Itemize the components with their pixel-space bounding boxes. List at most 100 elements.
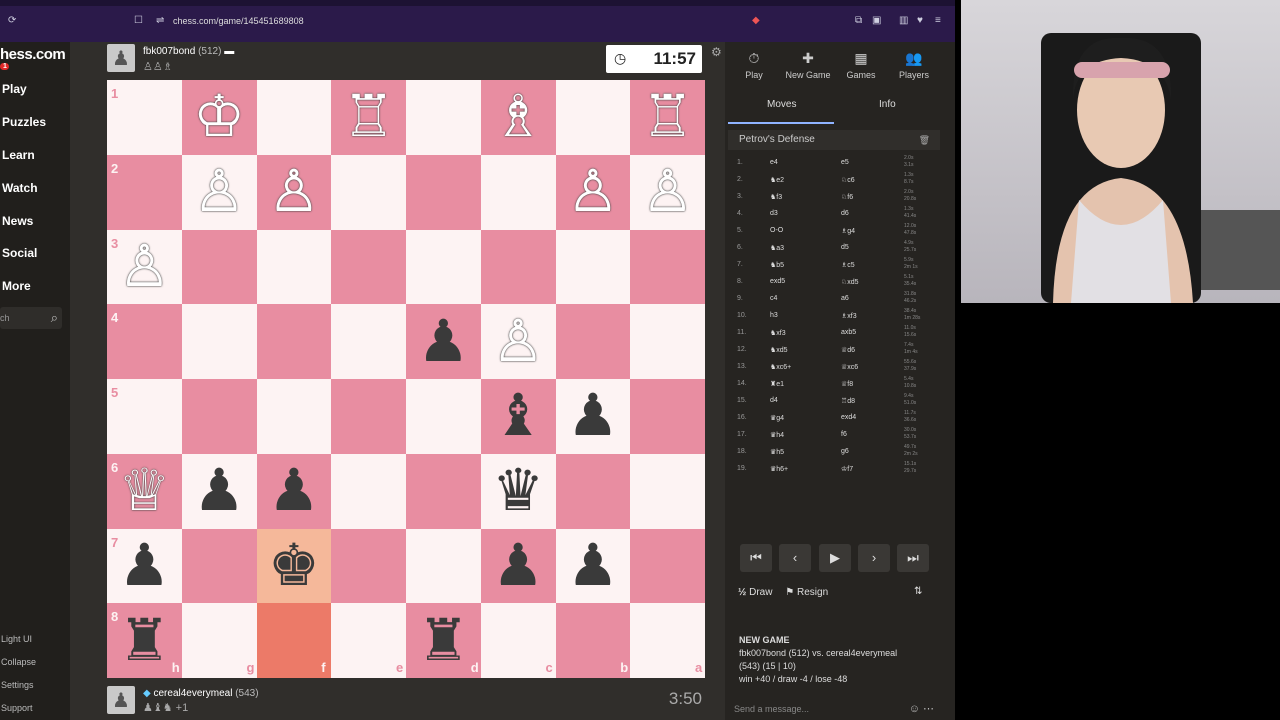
board-square[interactable] [480,154,556,230]
black-piece[interactable]: ♛ [481,454,556,529]
black-move[interactable]: ♗g4 [841,227,855,235]
white-move[interactable]: exd5 [770,278,785,285]
black-piece[interactable]: ♟ [481,529,556,604]
white-move[interactable]: ♛g4 [770,414,784,422]
board-square[interactable] [406,453,481,529]
white-move[interactable]: d4 [770,397,778,404]
white-piece[interactable]: ♗ [481,80,556,155]
board-square[interactable] [331,154,406,230]
white-move[interactable]: ♞e2 [770,176,784,184]
white-move[interactable]: h3 [770,312,778,319]
white-move[interactable]: d3 [770,210,778,217]
black-piece[interactable]: ♚ [257,529,332,604]
board-square[interactable] [406,154,481,230]
white-move[interactable]: ♞f3 [770,193,782,201]
board-square[interactable] [630,528,705,604]
board-square[interactable] [331,379,406,454]
tab-info[interactable]: Info [879,99,896,110]
black-piece[interactable]: ♟ [556,379,631,454]
black-move[interactable]: ♔f7 [841,465,853,473]
board-square[interactable] [406,379,481,454]
board-square[interactable] [480,603,556,678]
board-square[interactable] [480,229,556,305]
top-player-name[interactable]: fbk007bond (512) ▬ [143,46,234,57]
chat-input[interactable]: Send a message... ☺ ⋯ [728,698,940,720]
nav-play[interactable]: Play [2,82,27,96]
board-square[interactable] [406,80,481,155]
board-square[interactable] [256,229,332,305]
black-piece[interactable]: ♟ [257,454,332,529]
white-piece[interactable]: ♙ [257,155,332,230]
search-icon[interactable]: ⌕ [51,307,58,329]
white-move[interactable]: ♛h6+ [770,465,788,473]
black-move[interactable]: g6 [841,448,849,455]
black-move[interactable]: ♘f6 [841,193,853,201]
tab-new-game[interactable]: ✚ New Game [782,50,834,80]
white-piece[interactable]: ♙ [556,155,631,230]
white-piece[interactable]: ♙ [182,155,257,230]
resign-button[interactable]: Resign [797,587,828,598]
black-move[interactable]: axb5 [841,329,856,336]
board-square[interactable] [630,229,705,305]
board-square[interactable] [256,603,332,678]
light-ui-toggle[interactable]: Light UI [1,634,32,644]
board-square[interactable] [181,603,257,678]
board-square[interactable] [406,229,481,305]
board-square[interactable] [256,379,332,454]
nav-puzzles[interactable]: Puzzles [2,115,46,129]
black-move[interactable]: ♘xd5 [841,278,859,286]
board-square[interactable] [181,304,257,379]
white-move[interactable]: ♜e1 [770,380,784,388]
black-move[interactable]: a6 [841,295,849,302]
next-move-button[interactable]: › [858,544,890,572]
board-square[interactable] [555,80,631,155]
board-square[interactable] [331,453,406,529]
collapse-button[interactable]: Collapse [1,657,36,667]
board-square[interactable] [555,304,631,379]
black-piece[interactable]: ♜ [406,603,481,678]
board-square[interactable] [555,453,631,529]
nav-more[interactable]: More [2,279,31,293]
reload-icon[interactable]: ⟳ [8,11,16,31]
nav-social[interactable]: Social [2,246,37,260]
tab-players[interactable]: 👥 Players [888,50,940,80]
board-square[interactable] [331,528,406,604]
black-piece[interactable]: ♟ [406,304,481,379]
board-square[interactable] [181,528,257,604]
white-move[interactable]: ♞b5 [770,261,784,269]
nav-learn[interactable]: Learn [2,148,35,162]
black-piece[interactable]: ♟ [182,454,257,529]
board-square[interactable] [630,304,705,379]
white-move[interactable]: e4 [770,159,778,166]
white-piece[interactable]: ♙ [107,230,182,305]
prev-move-button[interactable]: ‹ [779,544,811,572]
tab-play[interactable]: ⏱ Play [728,50,780,80]
logo[interactable]: hess.com1 [0,46,70,80]
black-move[interactable]: e5 [841,159,849,166]
black-move[interactable]: ♗xf3 [841,312,857,320]
top-player-avatar[interactable]: ♟ [107,44,135,72]
support-link[interactable]: Support [1,703,33,713]
settings-link[interactable]: Settings [1,680,34,690]
first-move-button[interactable]: ⏮ [740,544,772,572]
bottom-player-avatar[interactable]: ♟ [107,686,135,714]
nav-news[interactable]: News [2,214,33,228]
white-move[interactable]: ♞a3 [770,244,784,252]
emoji-icon[interactable]: ☺ ⋯ [909,698,934,720]
nav-watch[interactable]: Watch [2,181,38,195]
black-move[interactable]: ♗c5 [841,261,855,269]
board-square[interactable] [555,603,631,678]
favorite-icon[interactable]: ♥ [917,11,923,31]
black-move[interactable]: d6 [841,210,849,217]
board-square[interactable] [331,304,406,379]
white-move[interactable]: c4 [770,295,777,302]
new-game-player2[interactable]: cereal4everymeal [826,648,897,658]
extension-icon[interactable]: ◆ [752,11,760,31]
black-move[interactable]: exd4 [841,414,856,421]
last-move-button[interactable]: ⏭ [897,544,929,572]
black-move[interactable]: ♕d6 [841,346,855,354]
board-square[interactable] [630,379,705,454]
black-move[interactable]: ♖d8 [841,397,855,405]
board-square[interactable] [555,229,631,305]
black-piece[interactable]: ♝ [481,379,556,454]
